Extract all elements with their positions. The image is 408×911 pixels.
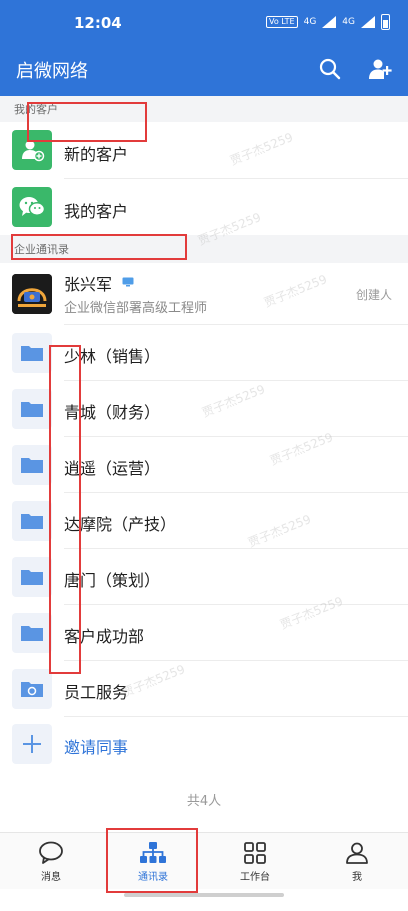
folder-icon xyxy=(12,445,52,485)
battery-icon xyxy=(381,14,390,30)
tab-label: 消息 xyxy=(41,871,61,883)
tab-label: 工作台 xyxy=(240,871,270,883)
section-my-customers: 我的客户 xyxy=(0,96,408,122)
status-time: 12:04 xyxy=(74,14,122,32)
tab-label: 通讯录 xyxy=(138,871,168,883)
department-label: 逍遥（运营） xyxy=(64,459,161,478)
folder-icon xyxy=(12,389,52,429)
folder-icon xyxy=(12,557,52,597)
computer-icon xyxy=(122,277,134,287)
plus-icon xyxy=(12,724,52,764)
department-item[interactable]: 逍遥（运营） xyxy=(0,437,408,493)
tab-contacts[interactable]: 通讯录 xyxy=(102,833,204,890)
search-icon[interactable] xyxy=(318,57,342,81)
status-icons: Vo LTE 4G 4G xyxy=(266,14,390,30)
signal-icon-2 xyxy=(361,16,375,28)
tab-messages[interactable]: 消息 xyxy=(0,833,102,890)
profile-icon xyxy=(346,842,368,864)
department-label: 唐门（策划） xyxy=(64,571,161,590)
section-label: 我的客户 xyxy=(14,103,58,116)
department-item[interactable]: 唐门（策划） xyxy=(0,549,408,605)
invite-label: 邀请同事 xyxy=(64,738,129,757)
invite-colleague-item[interactable]: 邀请同事 xyxy=(0,717,408,771)
workbench-icon xyxy=(244,841,266,864)
add-user-icon[interactable] xyxy=(368,57,392,81)
member-count: 共4人 xyxy=(186,794,222,809)
service-folder-icon xyxy=(12,669,52,709)
employee-service-label: 员工服务 xyxy=(64,683,129,702)
department-label: 达摩院（产技） xyxy=(64,515,177,534)
tab-label: 我 xyxy=(352,871,362,883)
department-item[interactable]: 少林（销售） xyxy=(0,325,408,381)
new-customer-icon xyxy=(12,130,52,170)
contact-name: 张兴军 xyxy=(64,275,113,294)
list-item-label: 我的客户 xyxy=(64,202,129,221)
section-label: 企业通讯录 xyxy=(14,243,69,256)
department-item[interactable]: 客户成功部 xyxy=(0,605,408,661)
avatar xyxy=(12,274,52,314)
list-item-new-customer[interactable]: 新的客户 xyxy=(0,122,408,179)
department-label: 客户成功部 xyxy=(64,627,145,646)
folder-icon xyxy=(12,333,52,373)
bottom-tab-bar: 消息 通讯录 工作台 我 xyxy=(0,832,408,889)
department-label: 少林（销售） xyxy=(64,347,161,366)
department-label: 青城（财务） xyxy=(64,403,161,422)
app-header: 12:04 Vo LTE 4G 4G 启微网络 xyxy=(0,0,408,96)
status-bar: 12:04 Vo LTE 4G 4G xyxy=(0,0,408,44)
creator-badge: 创建人 xyxy=(355,288,392,302)
contacts-icon xyxy=(140,841,166,863)
folder-icon xyxy=(12,501,52,541)
employee-service-item[interactable]: 员工服务 xyxy=(0,661,408,717)
tab-me[interactable]: 我 xyxy=(306,833,408,890)
signal-icon xyxy=(322,16,337,28)
department-item[interactable]: 达摩院（产技） xyxy=(0,493,408,549)
app-title: 启微网络 xyxy=(16,61,88,82)
folder-icon xyxy=(12,613,52,653)
network-label-2: 4G xyxy=(342,17,355,27)
list-item-my-customers[interactable]: 我的客户 xyxy=(0,179,408,235)
contact-title: 企业微信部署高级工程师 xyxy=(64,301,208,316)
network-label-1: 4G xyxy=(303,17,317,27)
wechat-icon xyxy=(12,187,52,227)
home-indicator[interactable] xyxy=(124,893,284,897)
message-icon xyxy=(39,841,63,864)
contact-row[interactable]: 张兴军 企业微信部署高级工程师 创建人 xyxy=(0,263,408,325)
list-item-label: 新的客户 xyxy=(64,145,129,164)
volte-badge: Vo LTE xyxy=(266,16,298,28)
tab-workbench[interactable]: 工作台 xyxy=(204,833,306,890)
